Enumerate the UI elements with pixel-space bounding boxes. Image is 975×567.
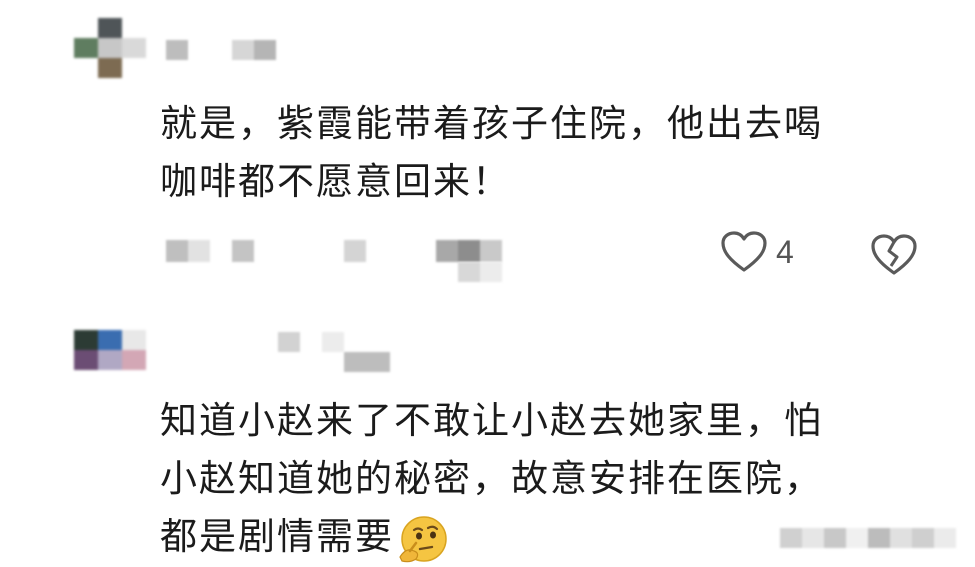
username[interactable]: [166, 40, 276, 60]
comment-line: 就是，紫霞能带着孩子住院，他出去喝: [160, 102, 823, 145]
avatar[interactable]: [74, 330, 146, 392]
avatar[interactable]: [74, 18, 146, 80]
like-button[interactable]: 4: [720, 230, 794, 274]
comment-meta: [780, 528, 956, 548]
like-count: 4: [776, 233, 794, 270]
comment-text: 就是，紫霞能带着孩子住院，他出去喝 咖啡都不愿意回来！: [160, 95, 940, 211]
comment-line: 都是剧情需要: [160, 515, 394, 558]
username[interactable]: [278, 332, 344, 352]
comment-item: 知道小赵来了不敢让小赵去她家里，怕 小赵知道她的秘密，故意安排在医院， 都是剧情…: [0, 320, 975, 567]
comment-meta: [166, 240, 502, 262]
comment-line: 小赵知道她的秘密，故意安排在医院，: [160, 457, 823, 500]
comment-meta-lower: [458, 262, 502, 282]
comment-line: 咖啡都不愿意回来！: [160, 160, 511, 203]
heart-outline-icon: [721, 231, 767, 272]
broken-heart-icon: [871, 234, 917, 275]
username-lower: [344, 352, 390, 372]
thinking-face-emoji: [399, 515, 447, 562]
comment-item: 就是，紫霞能带着孩子住院，他出去喝 咖啡都不愿意回来！ 4: [0, 0, 975, 300]
dislike-button[interactable]: [870, 233, 918, 281]
comment-line: 知道小赵来了不敢让小赵去她家里，怕: [160, 399, 823, 442]
